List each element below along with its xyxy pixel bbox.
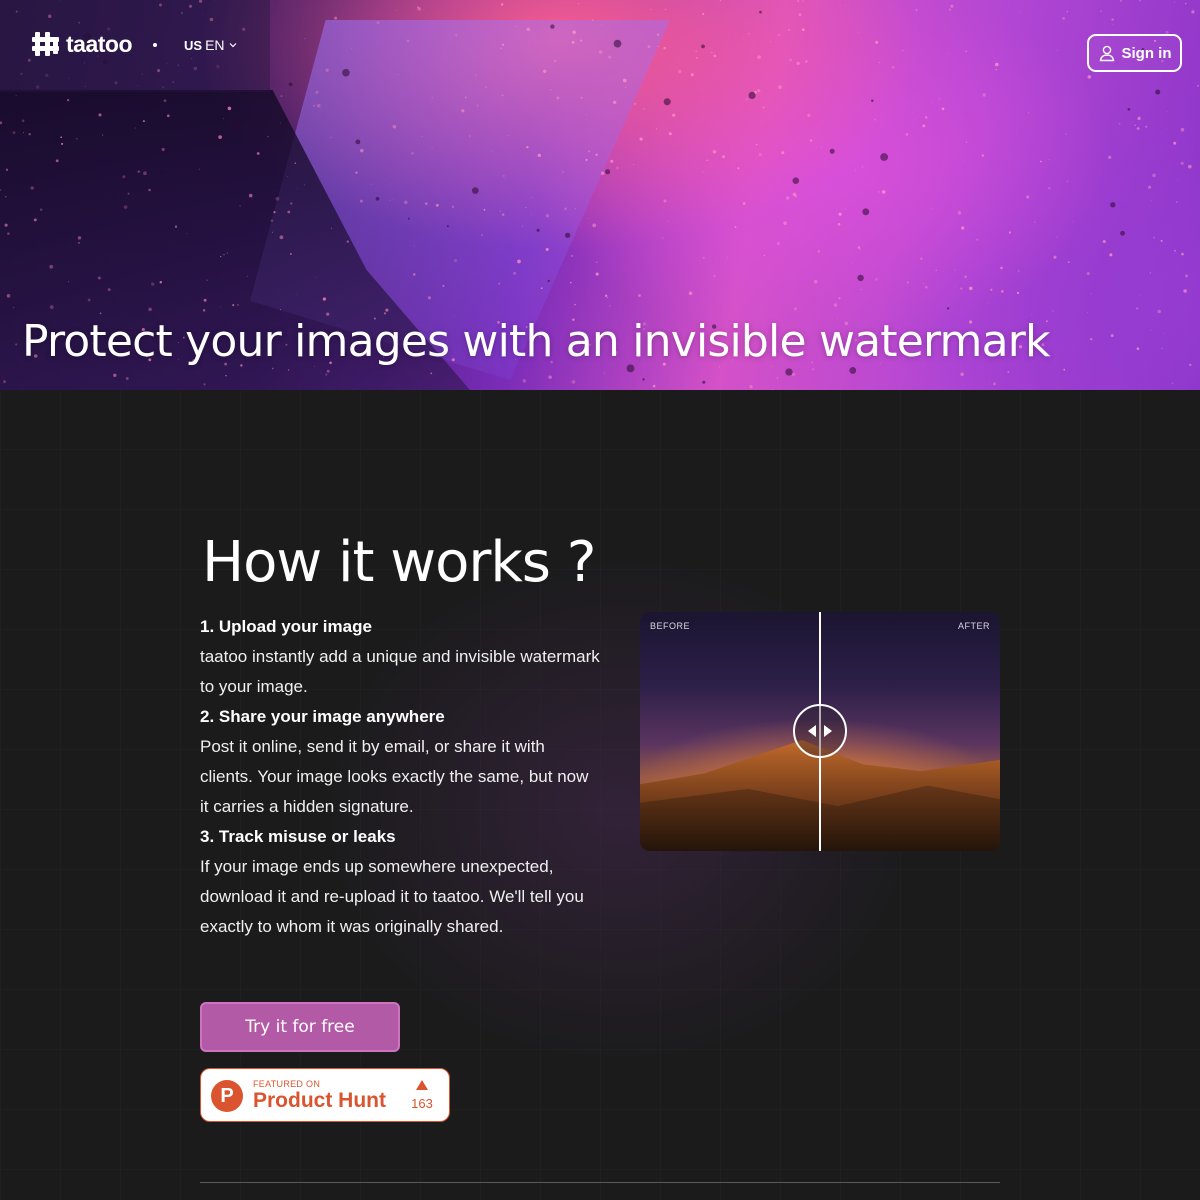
before-label: BEFORE — [650, 621, 691, 631]
product-hunt-logo-icon: P — [211, 1080, 243, 1112]
product-hunt-badge[interactable]: P FEATURED ON Product Hunt 163 — [200, 1068, 450, 1122]
slider-handle[interactable] — [793, 704, 847, 758]
before-after-slider[interactable]: BEFORE AFTER — [640, 612, 1000, 851]
after-label: AFTER — [957, 621, 990, 631]
sign-in-button[interactable]: Sign in — [1087, 34, 1182, 72]
triangle-up-icon — [416, 1080, 428, 1090]
taatoo-hash-logo-icon — [32, 32, 59, 56]
steps-list: 1. Upload your image taatoo instantly ad… — [200, 612, 600, 942]
step-body: Post it online, send it by email, or sha… — [200, 737, 589, 816]
language-selector[interactable]: US EN — [184, 37, 238, 53]
chevron-down-icon — [229, 43, 236, 48]
header-separator-dot — [153, 43, 157, 47]
brand-logo[interactable]: taatoo — [32, 30, 133, 58]
language-code: EN — [205, 37, 225, 53]
how-it-works-title: How it works ? — [202, 530, 597, 595]
sign-in-label: Sign in — [1121, 44, 1172, 62]
user-icon — [1099, 45, 1114, 62]
product-hunt-featured-label: FEATURED ON — [253, 1079, 321, 1089]
hero-title: Protect your images with an invisible wa… — [22, 316, 1051, 367]
step-item: 1. Upload your image taatoo instantly ad… — [200, 612, 600, 702]
left-right-arrows-icon — [808, 725, 832, 737]
step-item: 2. Share your image anywhere Post it onl… — [200, 702, 600, 822]
language-flag: US — [184, 37, 203, 53]
step-title: 1. Upload your image — [200, 617, 372, 636]
hero-banner: taatoo US EN Sign in Protect your images… — [0, 0, 1200, 390]
try-free-button[interactable]: Try it for free — [200, 1002, 400, 1052]
step-title: 2. Share your image anywhere — [200, 707, 445, 726]
step-body: If your image ends up somewhere unexpect… — [200, 857, 584, 936]
product-hunt-name: Product Hunt — [253, 1089, 386, 1112]
section-divider — [200, 1182, 1000, 1183]
brand-name: taatoo — [66, 30, 133, 57]
how-it-works-section: How it works ? 1. Upload your image taat… — [0, 390, 1200, 1200]
step-item: 3. Track misuse or leaks If your image e… — [200, 822, 600, 942]
step-body: taatoo instantly add a unique and invisi… — [200, 647, 600, 696]
product-hunt-upvote-count: 163 — [411, 1096, 433, 1111]
step-title: 3. Track misuse or leaks — [200, 827, 396, 846]
